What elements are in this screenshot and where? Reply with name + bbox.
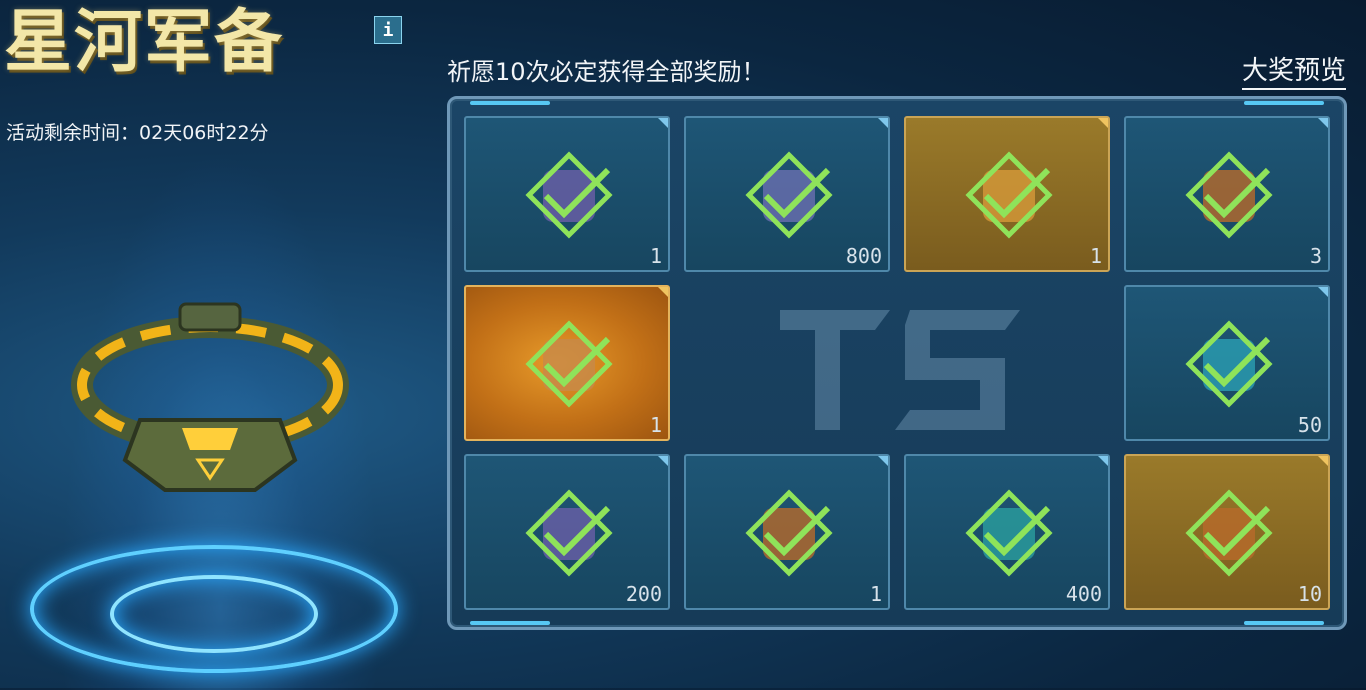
- reward-quantity: 50: [1297, 413, 1322, 437]
- board-accent-bottom-left: [470, 621, 550, 625]
- claimed-check-icon: [525, 489, 613, 577]
- reward-quantity: 10: [1297, 582, 1322, 606]
- slot-corner-marker: [1318, 456, 1328, 466]
- grand-prize-preview-link[interactable]: 大奖预览: [1241, 50, 1346, 90]
- slot-corner-marker: [658, 287, 668, 297]
- reward-quantity: 200: [625, 582, 662, 606]
- slot-corner-marker: [1098, 118, 1108, 128]
- claimed-check-icon: [525, 151, 613, 239]
- reward-slot[interactable]: 10: [1124, 454, 1330, 610]
- reward-quantity: 3: [1309, 244, 1322, 268]
- event-timer: 活动剩余时间：02天06时22分: [6, 118, 269, 145]
- slot-corner-marker: [1318, 118, 1328, 128]
- reward-slot[interactable]: 1: [904, 116, 1110, 272]
- board-accent-top-left: [470, 101, 550, 105]
- board-accent-bottom-right: [1244, 621, 1324, 625]
- reward-quantity: 1: [869, 582, 882, 606]
- pedestal-inner-ring: [110, 575, 318, 653]
- timer-label: 活动剩余时间：: [6, 122, 140, 144]
- slot-corner-marker: [878, 456, 888, 466]
- slot-corner-marker: [658, 456, 668, 466]
- claimed-check-icon: [965, 151, 1053, 239]
- game-logo-emblem: [780, 310, 1020, 430]
- reward-slot[interactable]: 3: [1124, 116, 1330, 272]
- board-accent-top-right: [1244, 101, 1324, 105]
- claimed-check-icon: [965, 489, 1053, 577]
- reward-quantity: 1: [1089, 244, 1102, 268]
- slot-corner-marker: [658, 118, 668, 128]
- reward-slot[interactable]: 50: [1124, 285, 1330, 441]
- reward-slot[interactable]: 1: [464, 285, 670, 441]
- reward-slot[interactable]: 800: [684, 116, 890, 272]
- reward-slot[interactable]: 1: [684, 454, 890, 610]
- event-title: 星河军备: [4, 2, 285, 82]
- reward-quantity: 1: [649, 413, 662, 437]
- featured-reward-showcase: [0, 150, 440, 690]
- reward-quantity: 1: [649, 244, 662, 268]
- guarantee-notice: 祈愿10次必定获得全部奖励！: [447, 58, 766, 86]
- claimed-check-icon: [1185, 320, 1273, 408]
- slot-corner-marker: [1098, 456, 1108, 466]
- reward-slot[interactable]: 400: [904, 454, 1110, 610]
- claimed-check-icon: [745, 489, 833, 577]
- claimed-check-icon: [1185, 489, 1273, 577]
- reward-slot[interactable]: 200: [464, 454, 670, 610]
- info-button[interactable]: i: [374, 16, 402, 44]
- reward-quantity: 800: [845, 244, 882, 268]
- claimed-check-icon: [745, 151, 833, 239]
- slot-corner-marker: [1318, 287, 1328, 297]
- belt-item-icon: [71, 302, 349, 492]
- timer-value: 02天06时22分: [139, 122, 269, 144]
- claimed-check-icon: [525, 320, 613, 408]
- slot-corner-marker: [878, 118, 888, 128]
- reward-slot[interactable]: 1: [464, 116, 670, 272]
- reward-quantity: 400: [1065, 582, 1102, 606]
- claimed-check-icon: [1185, 151, 1273, 239]
